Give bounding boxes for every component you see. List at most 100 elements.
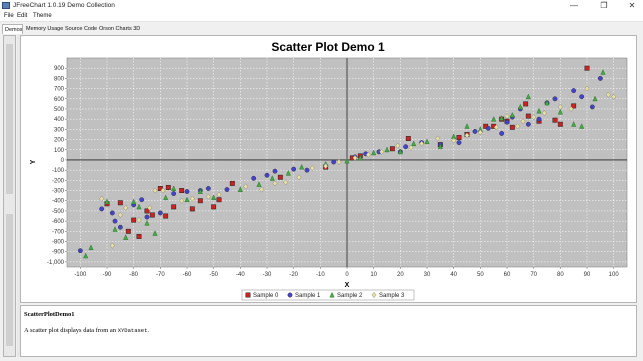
tree-scrollbar-track[interactable] (6, 214, 13, 346)
maximize-button[interactable]: ❐ (594, 0, 614, 11)
data-point-series-0 (125, 228, 131, 234)
y-tick-label: -100 (52, 168, 65, 174)
data-point-series-1 (536, 116, 542, 122)
tab-demos[interactable]: Demos (2, 24, 23, 34)
window-title-bar: JFreeChart 1.0.19 Demo Collection — ❐ ✕ (0, 0, 643, 11)
data-point-series-1 (525, 121, 531, 127)
y-axis-label: Y (30, 159, 37, 164)
y-tick-label: -900 (52, 250, 65, 256)
legend-label-series-1: Sample 1 (295, 293, 321, 299)
minimize-button[interactable]: — (564, 0, 584, 11)
x-axis-label: X (345, 282, 350, 289)
y-tick-label: -600 (52, 219, 65, 225)
y-tick-label: -200 (52, 178, 65, 184)
x-tick-label: 70 (530, 272, 537, 278)
legend-label-series-0: Sample 0 (253, 293, 279, 299)
data-point-series-0 (229, 180, 235, 186)
tree-scrollbar-thumb[interactable] (6, 44, 13, 194)
data-point-series-0 (189, 206, 195, 212)
data-point-series-0 (557, 121, 563, 127)
y-tick-label: -700 (52, 229, 65, 235)
data-point-series-0 (405, 136, 411, 141)
tab-orson-charts-3d[interactable]: Orson Charts 3D (97, 24, 141, 34)
data-point-series-1 (499, 131, 505, 136)
data-point-series-0 (163, 213, 169, 219)
legend-marker-series-0 (245, 292, 251, 298)
data-point-series-1 (291, 166, 297, 172)
menu-bar: File Edit Theme (0, 11, 643, 22)
data-point-series-1 (112, 218, 118, 224)
data-point-series-1 (157, 210, 163, 216)
y-tick-label: 800 (54, 76, 65, 82)
data-point-series-0 (456, 135, 462, 140)
data-point-series-0 (165, 185, 171, 190)
data-point-series-0 (149, 212, 155, 218)
data-point-series-0 (525, 113, 531, 119)
x-tick-label: -90 (103, 272, 112, 278)
app-icon (2, 2, 10, 9)
data-point-series-1 (485, 125, 491, 131)
data-point-series-1 (571, 88, 577, 94)
y-tick-label: -1,000 (47, 260, 65, 266)
x-tick-label: 60 (504, 272, 511, 278)
chart-title: Scatter Plot Demo 1 (271, 40, 385, 54)
description-code: XYDataset (117, 327, 148, 334)
x-tick-label: -80 (129, 272, 138, 278)
x-tick-label: 10 (370, 272, 377, 278)
chart-panel: Scatter Plot Demo 1 -100 -90 -80 -70 -60 -50-… (20, 35, 637, 303)
data-point-series-1 (304, 167, 310, 173)
x-tick-label: 100 (609, 272, 620, 278)
data-point-series-1 (224, 187, 230, 192)
x-tick-label: 90 (584, 272, 591, 278)
y-tick-label: 400 (54, 117, 65, 123)
y-tick-label: 600 (54, 97, 65, 103)
description-title: ScatterPlotDemo1 (24, 311, 75, 318)
menu-theme[interactable]: Theme (33, 11, 52, 21)
data-point-series-0 (523, 101, 529, 107)
x-tick-label: -40 (236, 272, 245, 278)
scatter-chart: Scatter Plot Demo 1 -100 -90 -80 -70 -60 -50-… (30, 40, 628, 301)
y-tick-label: -800 (52, 240, 65, 246)
description-text: A scatter plot displays data from an XYD… (24, 327, 149, 334)
x-tick-label: -50 (209, 272, 218, 278)
data-point-series-1 (272, 168, 278, 174)
x-tick-label: -20 (289, 272, 298, 278)
x-tick-label: 0 (345, 272, 349, 278)
x-tick-label: -30 (263, 272, 272, 278)
close-button[interactable]: ✕ (622, 0, 642, 11)
y-tick-label: -400 (52, 199, 65, 205)
data-point-series-0 (211, 204, 217, 210)
data-point-series-1 (109, 210, 115, 216)
tab-source-code[interactable]: Source Code (63, 24, 97, 34)
legend-marker-series-1 (287, 292, 293, 298)
y-tick-label: -300 (52, 189, 65, 195)
data-point-series-1 (589, 104, 595, 110)
data-point-series-1 (77, 248, 83, 254)
data-point-series-0 (277, 174, 283, 180)
data-point-series-0 (171, 204, 177, 210)
data-point-series-1 (99, 206, 105, 212)
legend-label-series-3: Sample 3 (379, 293, 405, 299)
description-text-prefix: A scatter plot displays data from an (24, 327, 118, 334)
x-tick-label: -100 (74, 272, 87, 278)
data-point-series-1 (184, 189, 190, 194)
x-tick-label: -70 (156, 272, 165, 278)
data-point-series-0 (552, 117, 558, 123)
tab-bar: Demos Memory Usage Source Code Orson Cha… (0, 22, 643, 35)
data-point-series-0 (131, 217, 137, 223)
data-point-series-0 (197, 198, 203, 204)
data-point-series-1 (171, 191, 177, 196)
description-panel: ScatterPlotDemo1 A scatter plot displays… (20, 305, 637, 357)
y-tick-label: 500 (54, 107, 65, 113)
y-tick-label: 0 (61, 158, 65, 164)
data-point-series-1 (472, 129, 478, 134)
data-point-series-1 (597, 75, 603, 81)
menu-file[interactable]: File (4, 11, 14, 21)
x-tick-label: 80 (557, 272, 564, 278)
tab-memory-usage[interactable]: Memory Usage (24, 24, 63, 34)
demo-tree-panel[interactable] (3, 35, 16, 357)
data-point-series-1 (251, 175, 257, 181)
data-point-series-0 (117, 200, 123, 206)
menu-edit[interactable]: Edit (17, 11, 27, 21)
data-point-series-1 (139, 197, 145, 203)
